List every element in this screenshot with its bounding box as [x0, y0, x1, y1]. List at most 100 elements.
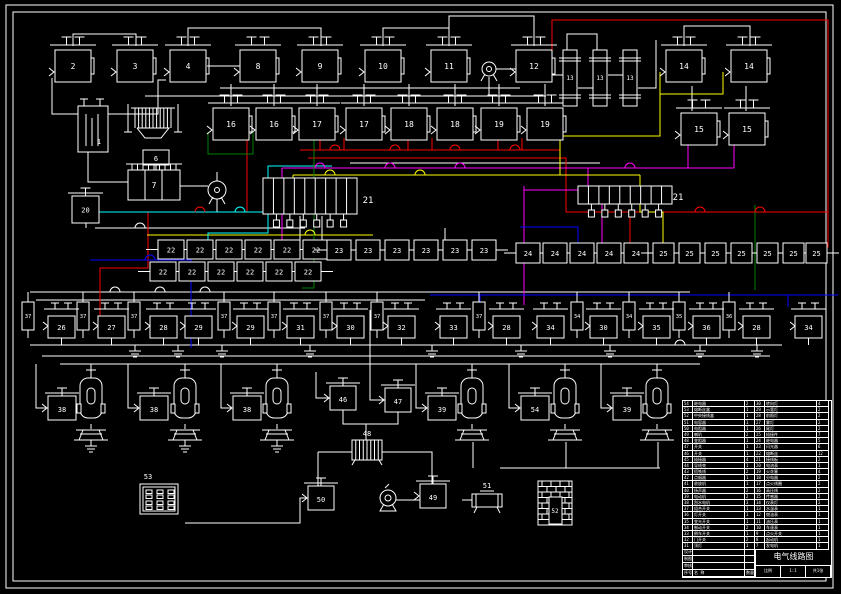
resistor-leg [351, 459, 356, 466]
block-stub-terminal [326, 219, 334, 228]
wire-crossover-bump [389, 144, 401, 151]
switch-left-arrow [434, 321, 441, 331]
relay-box-label: 25 [737, 250, 745, 258]
unit-box-label: 38 [150, 406, 158, 414]
bom-footer-cell [745, 549, 755, 556]
relay-box-label: 22 [167, 247, 175, 255]
switch-left-arrow [789, 321, 796, 331]
motor-flange [550, 403, 556, 414]
switch-left-arrow [687, 321, 694, 331]
device-label: 16 [226, 120, 236, 129]
motor-feed-wire [600, 364, 611, 409]
wire-w [683, 25, 751, 46]
fuse-panel-label: 53 [144, 473, 152, 481]
switch-contact-label: 34 [574, 314, 581, 320]
device-left-arrow [295, 67, 302, 77]
relay-box-label: 23 [364, 247, 372, 255]
switch-contact-label: 37 [323, 314, 330, 320]
motor-feed-wire [508, 364, 519, 409]
motor-feed-wire [220, 364, 231, 409]
unit-box-label: 39 [438, 406, 446, 414]
wire-crossover-bump [134, 222, 146, 229]
base-leg [172, 429, 178, 441]
device-label: 15 [742, 125, 752, 134]
block-stub-terminal [655, 209, 663, 218]
switch-contact-label: 37 [80, 314, 87, 320]
switch-left-arrow [281, 321, 288, 331]
relay-box-label: 22 [275, 269, 283, 277]
bom-footer-cell [745, 556, 755, 563]
tower-label: 13 [626, 75, 634, 82]
cad-schematic-canvas: 2 3 4 8 9 10 11 12 14 14 16 16 17 17 18 18 19 19 15 15 13 13 1… [0, 0, 841, 594]
base-leg [479, 429, 485, 441]
title-block-field: 比例 [756, 566, 781, 577]
switch-contact-label: 37 [374, 314, 381, 320]
wire-crossover-bump [324, 169, 336, 176]
cylinder-foot [473, 506, 478, 514]
battery-label: 1 [97, 138, 101, 146]
block-stub-terminal [614, 209, 622, 218]
switch-contact-label: 37 [25, 314, 32, 320]
motor-body-icon [265, 377, 289, 419]
bom-footer-cell [745, 563, 755, 570]
block-stub-terminal [587, 209, 595, 218]
wire-crossover-bump [199, 286, 211, 293]
block-stub-terminal [340, 219, 348, 228]
pump-circle-icon [207, 180, 227, 200]
switch-box-label: 29 [194, 324, 202, 332]
relay-box-label: 22 [196, 247, 204, 255]
device-label: 18 [404, 120, 414, 129]
switch-contact-label: 37 [131, 314, 138, 320]
connector-block [262, 177, 358, 215]
switch-left-arrow [331, 321, 338, 331]
bom-footer-cell: 数量 [745, 570, 755, 577]
wire-crossover-bump [144, 254, 156, 261]
relay-box-label: 25 [789, 250, 797, 258]
relay-box-label: 22 [304, 269, 312, 277]
relay-box-label: 22 [254, 247, 262, 255]
motor-flange [76, 403, 82, 414]
connector-block-label: 21 [363, 196, 374, 206]
motor-body-icon [79, 377, 103, 419]
wire-w [51, 78, 78, 115]
wire-y [639, 175, 664, 243]
block-stub-terminal [272, 219, 280, 228]
device-label: 10 [378, 62, 388, 71]
title-block-field: 1:1 [781, 566, 806, 577]
device-label: 19 [540, 120, 550, 129]
device-label: 3 [133, 62, 138, 71]
device-label: 15 [694, 125, 704, 134]
unit-box-label: 54 [531, 406, 539, 414]
wire-crossover-bump [454, 162, 466, 169]
wire-crossover-bump [674, 339, 686, 346]
motor-flange [642, 403, 648, 414]
wire-crossover-bump [109, 286, 121, 293]
device-label: 14 [744, 62, 754, 71]
base-leg [192, 429, 198, 441]
bom-footer-cell [693, 556, 745, 563]
relay-box-label: 24 [578, 250, 586, 258]
wire-w [382, 451, 433, 484]
bom-footer-cell: 制图 [683, 556, 693, 563]
switch-box-label: 28 [159, 324, 167, 332]
wire-w [108, 79, 166, 115]
horn-circle-icon [379, 489, 397, 507]
pump-leg [208, 196, 214, 205]
block-stub-terminal [601, 209, 609, 218]
device-left-arrow [110, 67, 117, 77]
pump-leg [492, 73, 498, 82]
relay-box-label: 24 [524, 250, 532, 258]
wire-w [638, 40, 657, 89]
unit-box-label: 38 [243, 406, 251, 414]
device-left-arrow [358, 67, 365, 77]
switch-left-arrow [637, 321, 644, 331]
wire-c [207, 212, 269, 241]
wire-w [185, 497, 308, 524]
device-label: 8 [256, 62, 261, 71]
wire-b [520, 226, 579, 243]
switch-box-label: 28 [752, 324, 760, 332]
tower-label: 13 [566, 75, 574, 82]
bom-footer-cell: 序号 [683, 570, 693, 577]
bom-footer-cell [693, 549, 745, 556]
device-left-arrow [48, 67, 55, 77]
